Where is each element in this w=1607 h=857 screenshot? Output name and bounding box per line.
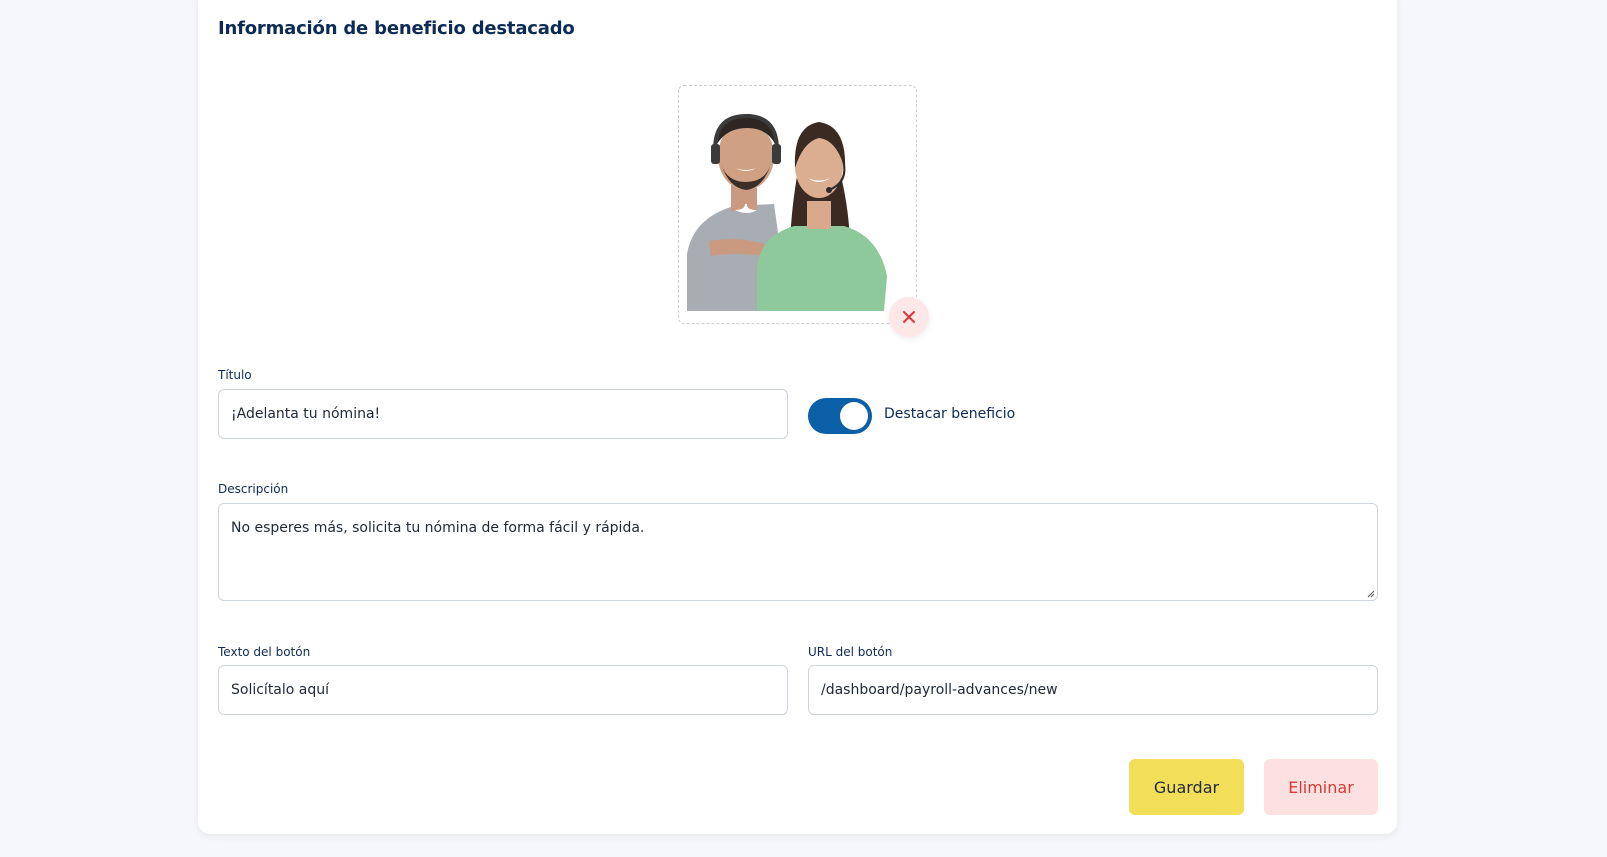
image-upload-preview[interactable]	[678, 85, 917, 324]
highlight-toggle-label: Destacar beneficio	[884, 406, 1016, 422]
description-value: No esperes más, solicita tu nómina de fo…	[231, 520, 645, 536]
benefit-image	[687, 113, 887, 311]
button-url-label: URL del botón	[808, 645, 893, 659]
close-icon	[903, 311, 915, 323]
toggle-knob	[840, 402, 868, 430]
title-input[interactable]: ¡Adelanta tu nómina!	[218, 389, 788, 439]
button-text-label: Texto del botón	[218, 645, 311, 659]
button-text-input[interactable]: Solicítalo aquí	[218, 665, 788, 715]
save-button[interactable]: Guardar	[1129, 759, 1244, 815]
button-url-input[interactable]: /dashboard/payroll-advances/new	[808, 665, 1378, 715]
section-title: Información de beneficio destacado	[218, 18, 575, 39]
resize-grip-icon[interactable]	[1365, 588, 1375, 598]
title-label: Título	[218, 368, 252, 382]
delete-button[interactable]: Eliminar	[1264, 759, 1378, 815]
description-label: Descripción	[218, 482, 289, 496]
remove-image-button[interactable]	[889, 297, 929, 337]
description-textarea[interactable]: No esperes más, solicita tu nómina de fo…	[218, 503, 1378, 601]
highlight-toggle[interactable]	[808, 398, 872, 434]
